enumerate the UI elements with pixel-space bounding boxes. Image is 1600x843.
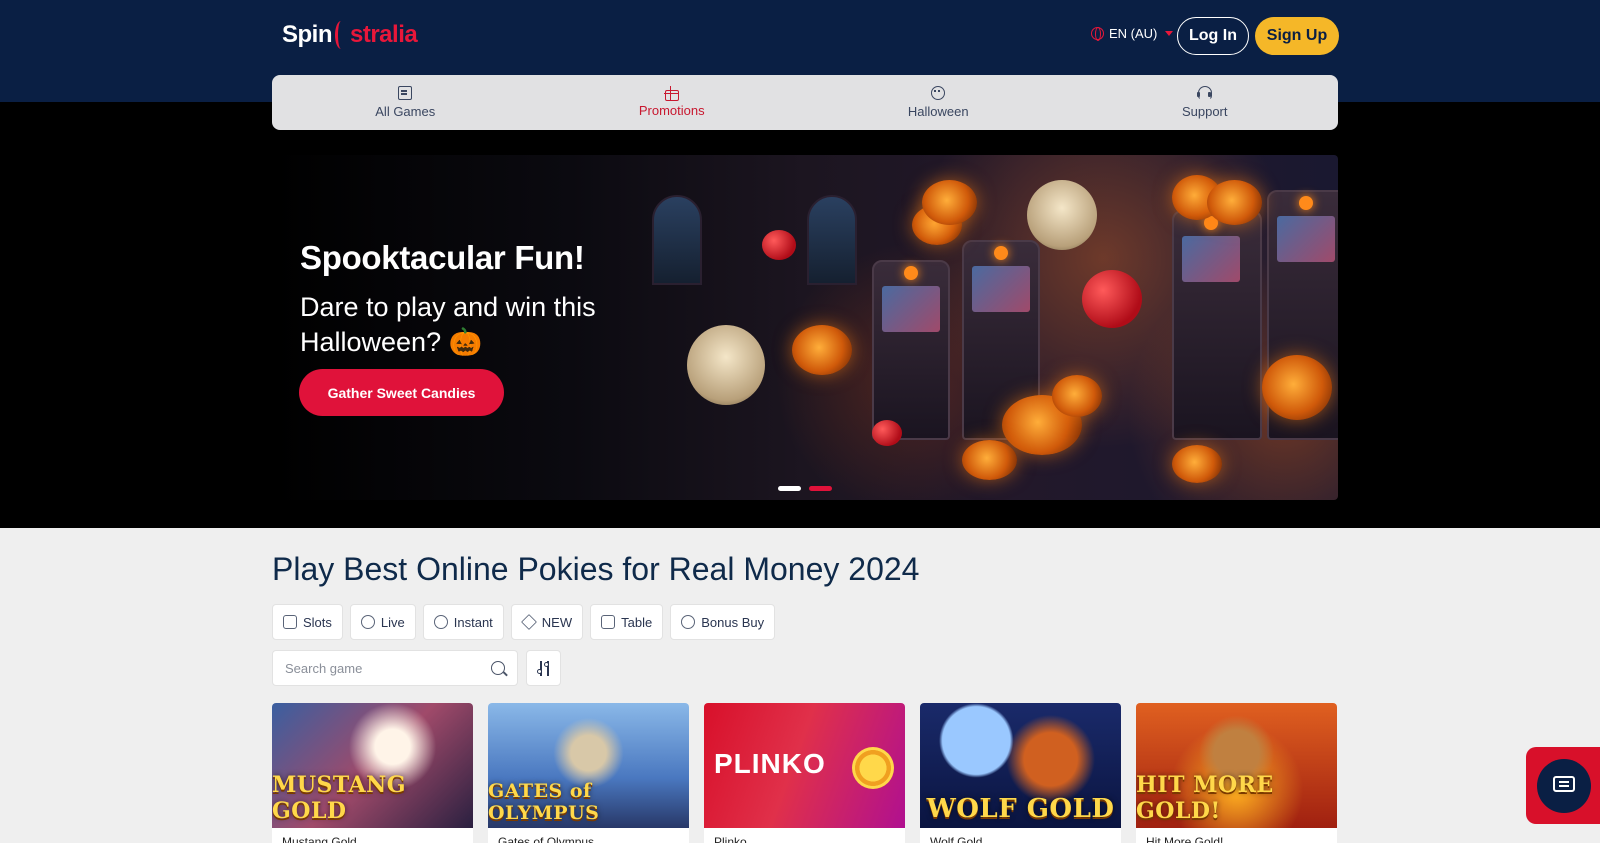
hero-title: Spooktacular Fun! (300, 239, 585, 276)
pumpkin-decoration (792, 325, 852, 375)
coins-icon (681, 615, 696, 629)
carousel-dot-2[interactable] (809, 486, 832, 491)
pumpkin-decoration (1172, 445, 1222, 483)
advanced-filter-button[interactable] (526, 650, 561, 686)
section-title: Play Best Online Pokies for Real Money 2… (272, 551, 920, 587)
filter-label: Slots (303, 614, 332, 630)
login-button[interactable]: Log In (1177, 17, 1249, 55)
caret-down-icon (1165, 31, 1174, 36)
logo[interactable]: Spin stralia (282, 17, 418, 53)
pumpkin-icon (931, 86, 946, 100)
filter-instant[interactable]: Instant (422, 604, 504, 640)
window-decoration (652, 195, 702, 285)
slot-machine-decoration (1172, 210, 1262, 440)
live-icon (360, 615, 375, 629)
games-icon (398, 86, 413, 100)
slots-icon (283, 615, 297, 629)
game-name: Hit More Gold! (1146, 835, 1224, 843)
nav-item-halloween[interactable]: Halloween (805, 75, 1072, 130)
hero-subtitle: Dare to play and win this Halloween? 🎃 (300, 292, 596, 357)
filter-slots[interactable]: Slots (272, 604, 343, 640)
game-card[interactable]: WOLF GOLD Wolf Gold (920, 703, 1121, 843)
nav-item-support[interactable]: Support (1072, 75, 1339, 130)
carousel-dot-1[interactable] (778, 486, 801, 491)
filter-table[interactable]: Table (590, 604, 664, 640)
pumpkin-decoration (962, 440, 1017, 480)
search-input[interactable] (285, 651, 475, 685)
main-nav: All Games Promotions Halloween Support (272, 75, 1338, 130)
nav-item-promotions[interactable]: Promotions (539, 75, 806, 130)
game-thumbnail: HIT MORE GOLD! (1136, 703, 1337, 828)
pumpkin-decoration (1262, 355, 1332, 420)
filter-label: Live (380, 614, 405, 630)
gift-icon (663, 85, 679, 101)
game-card[interactable]: MUSTANG GOLD Mustang Gold (272, 703, 473, 843)
logo-text-stralia: stralia (350, 21, 418, 48)
search-icon[interactable] (491, 661, 505, 675)
language-label: EN (AU) (1109, 26, 1158, 41)
chat-icon (1553, 776, 1575, 792)
nav-item-label: All Games (375, 104, 436, 119)
skull-decoration (687, 325, 765, 405)
pumpkin-decoration (922, 180, 977, 225)
filter-label: Bonus Buy (701, 614, 765, 630)
globe-icon (1091, 27, 1104, 41)
candy-decoration (872, 420, 902, 446)
skull-decoration (1027, 180, 1097, 250)
game-filters: Slots Live Instant NEW Table Bonus Buy (272, 604, 776, 640)
candy-decoration (1082, 270, 1142, 328)
game-name: Wolf Gold (930, 835, 983, 843)
search-box (272, 650, 518, 686)
nav-item-label: Support (1181, 104, 1228, 119)
filter-new[interactable]: NEW (510, 604, 584, 640)
game-card[interactable]: PLINKO Plinko (704, 703, 905, 843)
carousel-dots (778, 486, 832, 491)
signup-button[interactable]: Sign Up (1255, 17, 1339, 55)
lightning-icon (433, 615, 448, 629)
game-thumbnail: GATES of OLYMPUS (488, 703, 689, 828)
filter-label: NEW (541, 614, 573, 630)
live-chat-button[interactable] (1526, 747, 1600, 824)
game-name: Gates of Olympus (498, 835, 595, 843)
game-thumbnail: MUSTANG GOLD (272, 703, 473, 828)
filter-live[interactable]: Live (349, 604, 416, 640)
language-selector[interactable]: EN (AU) (1091, 26, 1174, 41)
gather-sweet-candies-button[interactable]: Gather Sweet Candies (299, 369, 504, 416)
headset-icon (1196, 86, 1212, 100)
game-card[interactable]: GATES of OLYMPUS Gates of Olympus (488, 703, 689, 843)
game-name: Mustang Gold (282, 835, 357, 843)
slot-machine-decoration (872, 260, 950, 440)
window-decoration (807, 195, 857, 285)
filter-label: Instant (453, 614, 493, 630)
diamond-icon (520, 614, 537, 630)
logo-text-spin: Spin (282, 21, 333, 48)
game-name: Plinko (714, 835, 747, 843)
game-thumbnail: PLINKO (704, 703, 905, 828)
filter-label: Table (621, 614, 653, 630)
coin-decoration (852, 747, 894, 789)
pumpkin-decoration (1207, 180, 1262, 225)
logo-arc-icon (335, 21, 347, 49)
games-grid: MUSTANG GOLD Mustang Gold GATES of OLYMP… (272, 703, 1337, 843)
nav-item-label: Halloween (907, 104, 969, 119)
nav-item-all-games[interactable]: All Games (272, 75, 539, 130)
cards-icon (601, 615, 616, 629)
game-card[interactable]: HIT MORE GOLD! Hit More Gold! (1136, 703, 1337, 843)
filter-bonus-buy[interactable]: Bonus Buy (670, 604, 776, 640)
nav-item-label: Promotions (638, 102, 705, 118)
candy-decoration (762, 230, 796, 260)
pumpkin-decoration (1052, 375, 1102, 417)
game-thumbnail: WOLF GOLD (920, 703, 1121, 828)
